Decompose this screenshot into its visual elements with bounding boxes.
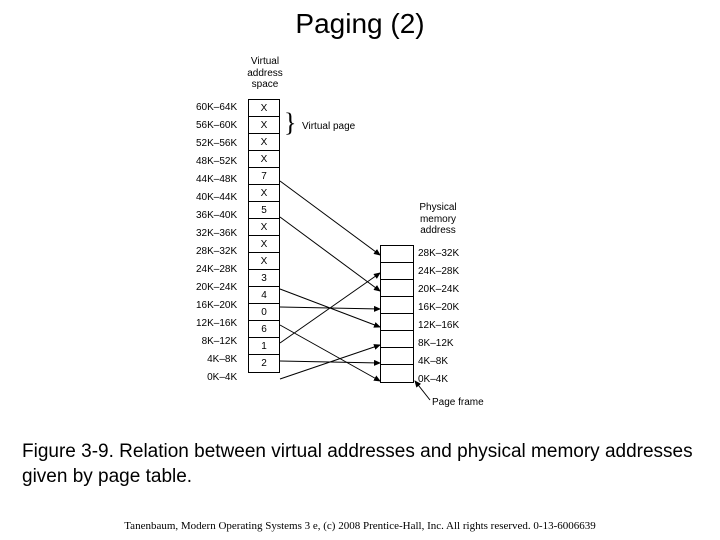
physical-cell [381,246,413,263]
virtual-table: XXXX7X5XXX340612 [248,99,280,373]
mapping-arrows [0,44,720,424]
virtual-range-label: 36K–40K [196,207,237,225]
virtual-range-label: 40K–44K [196,189,237,207]
virtual-cell: X [249,219,279,236]
physical-range-label: 8K–12K [418,335,459,353]
virtual-cell: X [249,117,279,134]
virtual-range-label: 44K–48K [196,171,237,189]
virtual-cell: X [249,185,279,202]
physical-cell [381,314,413,331]
virtual-cell: X [249,134,279,151]
physical-header: Physicalmemoryaddress [410,202,466,237]
physical-cell [381,280,413,297]
physical-cell [381,297,413,314]
virtual-range-label: 56K–60K [196,117,237,135]
virtual-cell: 7 [249,168,279,185]
virtual-range-label: 24K–28K [196,261,237,279]
virtual-range-label: 8K–12K [196,333,237,351]
virtual-range-label: 60K–64K [196,99,237,117]
physical-range-label: 16K–20K [418,299,459,317]
physical-range-label: 20K–24K [418,281,459,299]
physical-table [380,245,414,383]
virtual-range-label: 16K–20K [196,297,237,315]
virtual-range-label: 4K–8K [196,351,237,369]
virtual-cell: 1 [249,338,279,355]
virtual-cell: X [249,100,279,117]
brace-icon: } [284,114,296,132]
virtual-header: Virtualaddressspace [240,56,290,91]
physical-range-label: 24K–28K [418,263,459,281]
virtual-cell: X [249,236,279,253]
virtual-range-label: 0K–4K [196,369,237,387]
virtual-range-label: 12K–16K [196,315,237,333]
virtual-cell: 0 [249,304,279,321]
physical-range-labels: 28K–32K24K–28K20K–24K16K–20K12K–16K8K–12… [418,245,459,389]
virtual-range-label: 28K–32K [196,243,237,261]
virtual-page-annot: Virtual page [302,121,355,132]
virtual-cell: 6 [249,321,279,338]
virtual-cell: 5 [249,202,279,219]
physical-range-label: 4K–8K [418,353,459,371]
physical-cell [381,331,413,348]
virtual-range-labels: 60K–64K56K–60K52K–56K48K–52K44K–48K40K–4… [196,99,237,387]
virtual-cell: 2 [249,355,279,372]
physical-cell [381,263,413,280]
page-title: Paging (2) [0,0,720,44]
physical-cell [381,348,413,365]
virtual-range-label: 52K–56K [196,135,237,153]
figure-caption: Figure 3-9. Relation between virtual add… [22,440,698,489]
virtual-cell: 3 [249,270,279,287]
virtual-range-label: 32K–36K [196,225,237,243]
physical-range-label: 12K–16K [418,317,459,335]
paging-diagram: Virtualaddressspace Physicalmemoryaddres… [0,44,720,424]
footer-credit: Tanenbaum, Modern Operating Systems 3 e,… [0,520,720,532]
virtual-range-label: 20K–24K [196,279,237,297]
physical-range-label: 0K–4K [418,371,459,389]
virtual-range-label: 48K–52K [196,153,237,171]
virtual-cell: X [249,151,279,168]
virtual-cell: 4 [249,287,279,304]
virtual-cell: X [249,253,279,270]
page-frame-annot: Page frame [432,397,484,408]
physical-range-label: 28K–32K [418,245,459,263]
physical-cell [381,365,413,382]
